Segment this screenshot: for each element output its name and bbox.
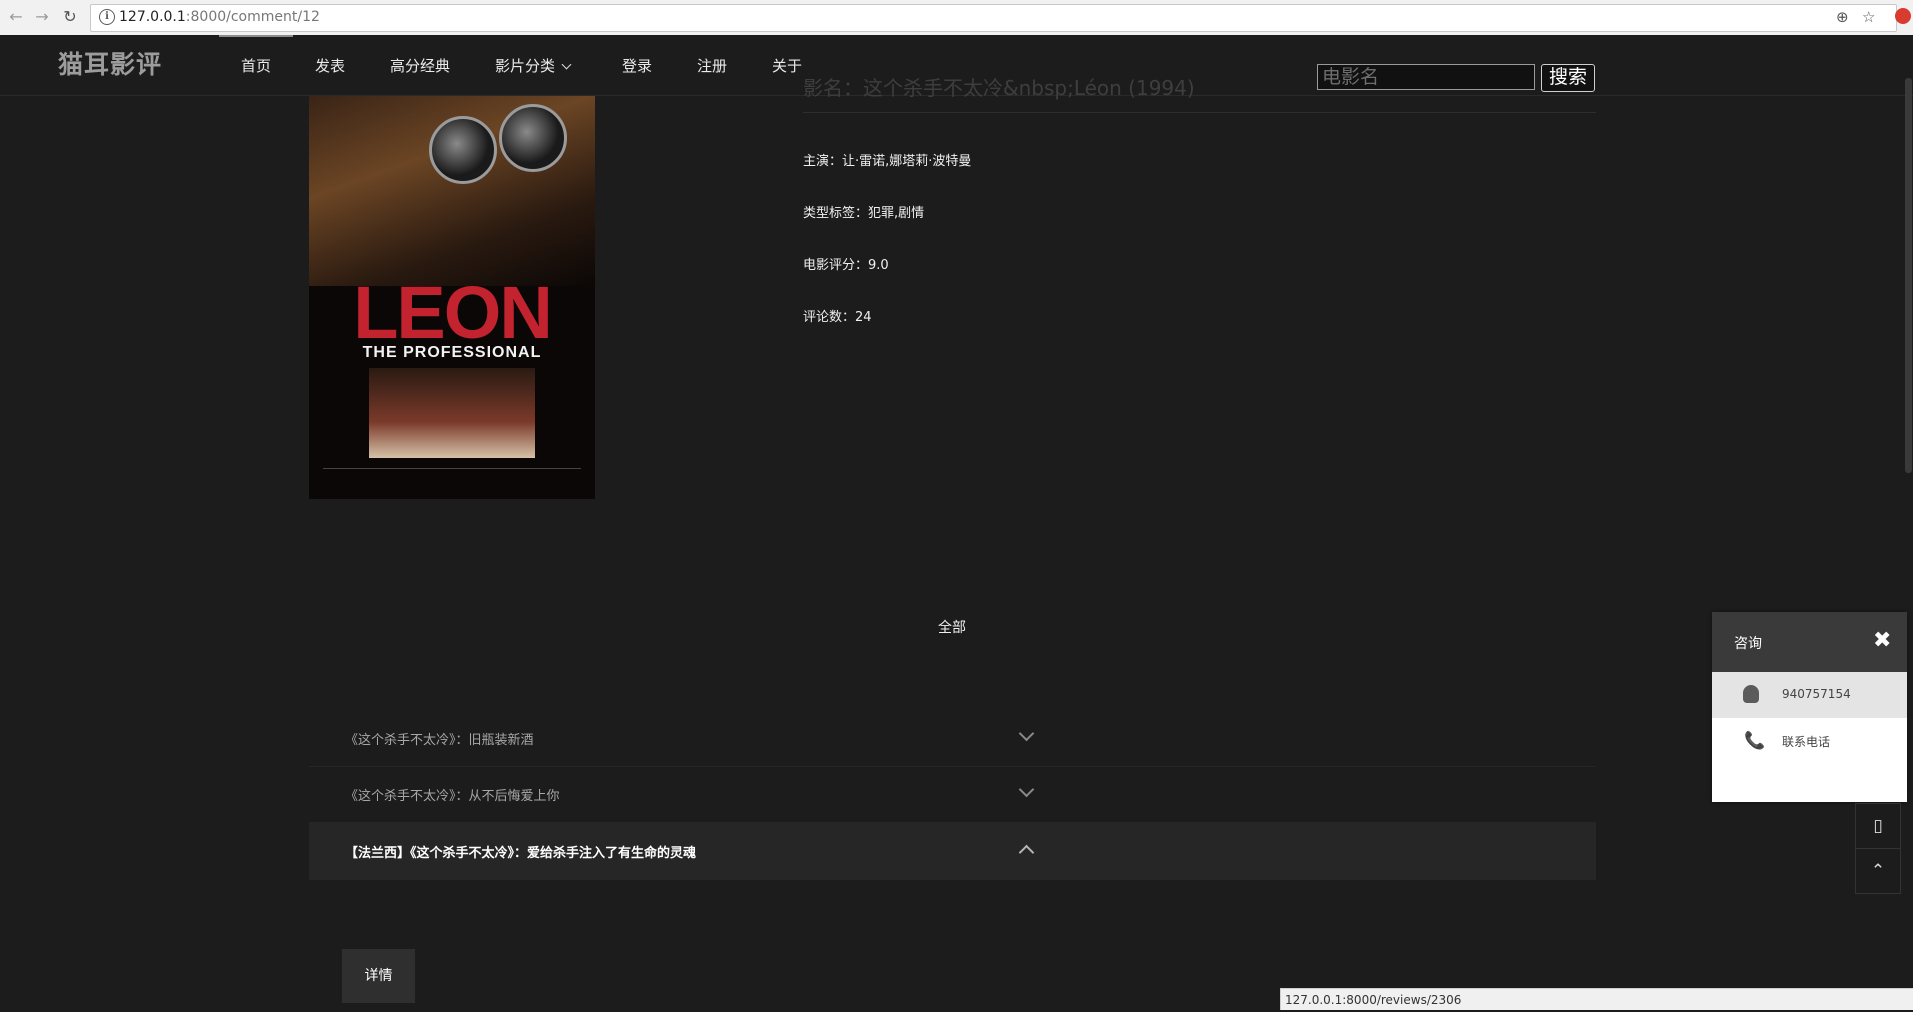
nav-top-rated[interactable]: 高分经典 (390, 55, 450, 76)
consult-header: 咨询 ✖ (1712, 612, 1907, 672)
mobile-icon[interactable]: ▯ (1855, 803, 1901, 849)
info-icon[interactable]: i (99, 9, 115, 25)
filter-all[interactable]: 全部 (938, 617, 966, 637)
extension-icon[interactable] (1895, 8, 1911, 24)
nav-categories-label: 影片分类 (495, 57, 556, 75)
movie-tags: 类型标签：犯罪,剧情 (803, 206, 925, 221)
poster-title: LEON (353, 271, 553, 354)
back-icon[interactable]: ← (4, 5, 28, 29)
url-host: 127.0.0.1 (119, 9, 186, 25)
bookmark-star-icon[interactable]: ☆ (1862, 8, 1875, 26)
review-item[interactable]: 《这个杀手不太冷》：旧瓶装新酒 (309, 710, 1596, 767)
poster-glasses-right (499, 104, 567, 172)
search-button[interactable]: 搜索 (1541, 64, 1595, 92)
qq-icon (1743, 685, 1759, 703)
chevron-up-icon[interactable] (1018, 844, 1035, 861)
address-url: 127.0.0.1:8000/comment/12 (119, 9, 320, 25)
chevron-down-icon[interactable] (1018, 781, 1035, 798)
movie-review-count: 评论数：24 (803, 310, 872, 325)
consult-qq[interactable]: 940757154 (1712, 672, 1907, 718)
movie-rating: 电影评分：9.0 (803, 258, 889, 273)
review-title: 《这个杀手不太冷》：从不后悔爱上你 (345, 789, 560, 804)
nav-about[interactable]: 关于 (772, 55, 802, 76)
reload-icon[interactable]: ↻ (58, 5, 82, 29)
poster-scene-image (369, 368, 535, 458)
address-bar[interactable]: i 127.0.0.1:8000/comment/12 ⊕ ☆ (90, 4, 1897, 32)
consult-panel: 咨询 ✖ 940757154 📞 联系电话 (1712, 612, 1907, 802)
site-logo[interactable]: 猫耳影评 (58, 45, 162, 81)
phone-label: 联系电话 (1782, 735, 1831, 749)
nav-publish[interactable]: 发表 (315, 55, 345, 76)
movie-poster: LEON THE PROFESSIONAL (309, 96, 595, 499)
title-divider (803, 112, 1596, 113)
review-item[interactable]: 《这个杀手不太冷》：从不后悔爱上你 (309, 766, 1596, 823)
movie-title: 影名：这个杀手不太冷&nbsp;Léon (1994) (803, 76, 1195, 100)
zoom-icon[interactable]: ⊕ (1836, 8, 1849, 26)
consult-title: 咨询 (1734, 636, 1762, 652)
poster-glasses-left (429, 116, 497, 184)
nav-categories[interactable]: 影片分类 (495, 55, 572, 76)
scrollbar-thumb[interactable] (1905, 78, 1912, 473)
nav-active-indicator (219, 35, 293, 37)
qq-number: 940757154 (1782, 687, 1851, 701)
nav-login[interactable]: 登录 (622, 55, 652, 76)
nav-register[interactable]: 注册 (697, 55, 727, 76)
search-input[interactable] (1317, 64, 1535, 90)
poster-credits (323, 468, 581, 491)
chevron-down-icon[interactable] (1018, 725, 1035, 742)
review-title: 《这个杀手不太冷》：旧瓶装新酒 (345, 733, 534, 748)
chevron-down-icon (561, 59, 572, 70)
consult-phone[interactable]: 📞 联系电话 (1712, 718, 1907, 764)
detail-button[interactable]: 详情 (342, 949, 415, 1003)
browser-toolbar: ← → ↻ i 127.0.0.1:8000/comment/12 ⊕ ☆ (0, 0, 1913, 36)
poster-subtitle: THE PROFESSIONAL (362, 344, 542, 361)
status-bar-url: 127.0.0.1:8000/reviews/2306 (1280, 988, 1913, 1010)
back-to-top-icon[interactable]: ⌃ (1855, 848, 1901, 894)
forward-icon[interactable]: → (30, 5, 54, 29)
movie-cast: 主演：让·雷诺,娜塔莉·波特曼 (803, 154, 972, 169)
close-icon[interactable]: ✖ (1873, 628, 1891, 653)
url-path: :8000/comment/12 (185, 9, 320, 25)
review-item-expanded[interactable]: 【法兰西】《这个杀手不太冷》：爱给杀手注入了有生命的灵魂 (309, 823, 1596, 880)
review-title: 【法兰西】《这个杀手不太冷》：爱给杀手注入了有生命的灵魂 (345, 846, 697, 861)
nav-home[interactable]: 首页 (241, 55, 271, 76)
phone-icon: 📞 (1744, 731, 1766, 751)
